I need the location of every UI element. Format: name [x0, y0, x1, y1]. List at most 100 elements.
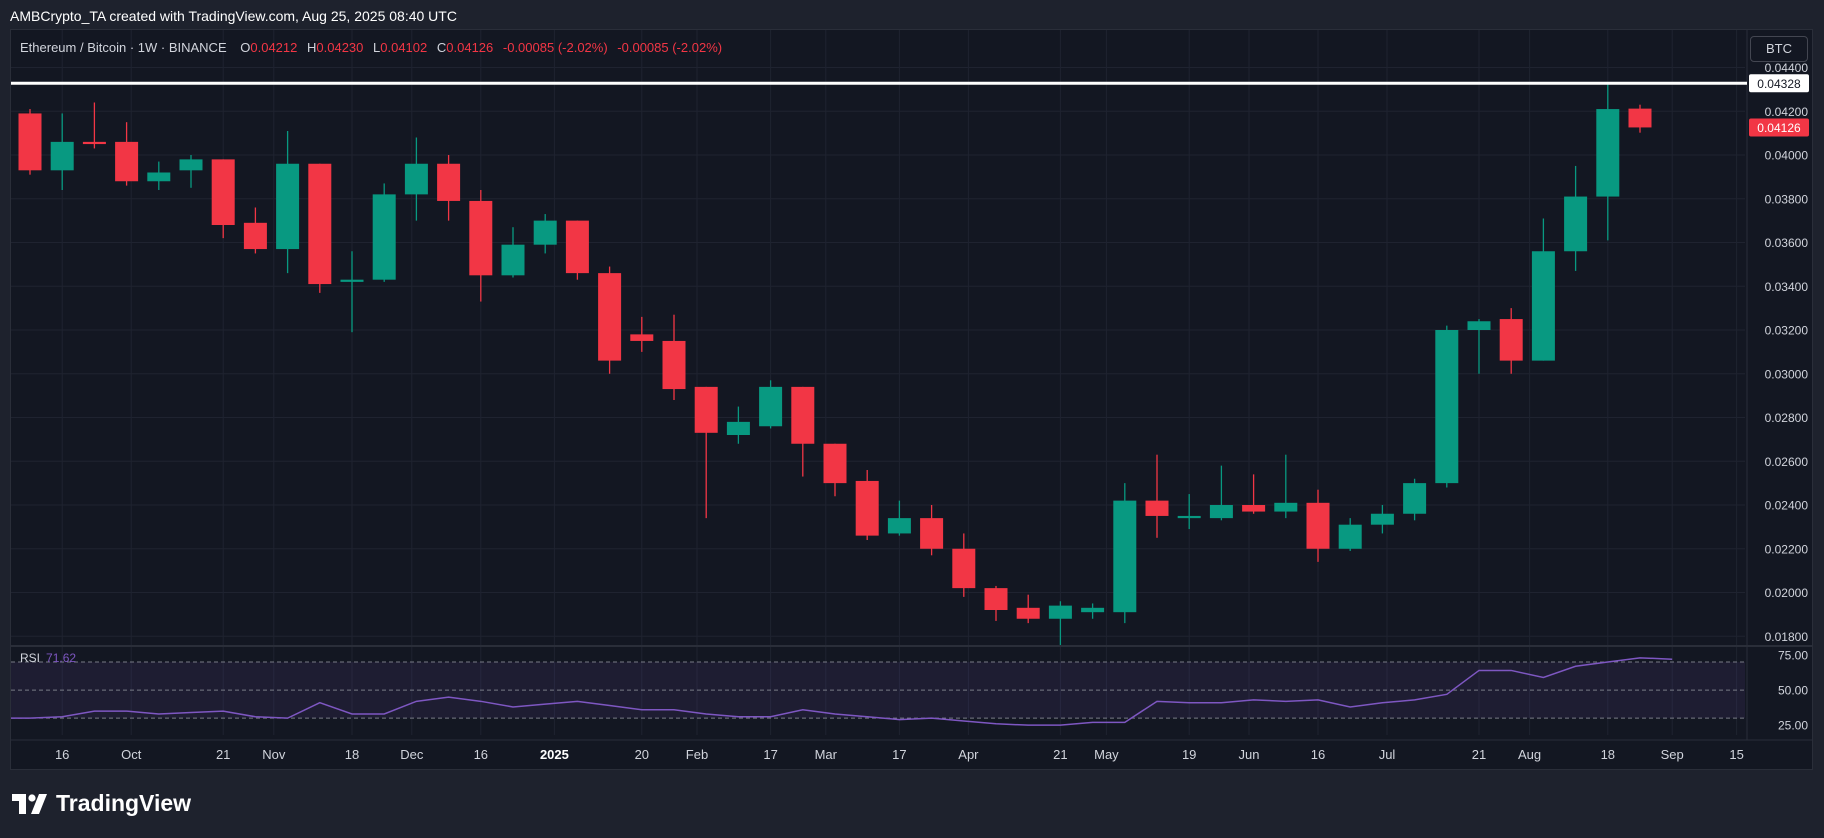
candle: [887, 500, 911, 536]
last-price-label: 0.04126: [1757, 121, 1801, 135]
candle-body: [920, 518, 944, 549]
price-axis-label: 0.02200: [1765, 542, 1809, 556]
candle: [565, 220, 589, 280]
candle-body: [340, 279, 364, 282]
ohlc-legend: Ethereum / Bitcoin · 1W · BINANCE O0.042…: [20, 40, 728, 55]
time-axis-label: 21: [1472, 747, 1486, 762]
rsi-name: RSI: [20, 651, 41, 665]
candle: [1113, 483, 1137, 624]
candle-body: [1564, 196, 1588, 252]
candle-body: [1306, 502, 1330, 549]
candle-body: [823, 443, 847, 484]
candle: [1048, 601, 1072, 645]
candle-body: [1467, 321, 1491, 330]
candle-body: [1209, 505, 1233, 519]
rsi-pane: [11, 657, 1745, 726]
candle: [1081, 603, 1105, 619]
price-axis-label: 0.03000: [1765, 367, 1809, 381]
candle-body: [115, 141, 139, 182]
candle: [372, 183, 396, 282]
currency-button[interactable]: BTC: [1750, 36, 1808, 62]
candle-body: [598, 273, 622, 361]
candle-body: [759, 386, 783, 427]
candle: [1564, 165, 1588, 271]
candle-body: [726, 421, 750, 435]
candle: [791, 386, 815, 477]
candle-body: [1016, 607, 1040, 619]
candle: [82, 102, 106, 149]
candle-body: [855, 480, 879, 536]
rsi-legend[interactable]: RSI 71.62: [20, 651, 76, 665]
candle-body: [1435, 330, 1459, 484]
candle-body: [276, 163, 300, 250]
candle-body: [50, 141, 74, 171]
candle-body: [565, 220, 589, 274]
high-key: H: [307, 40, 317, 55]
rsi-axis-label: 75.00: [1778, 649, 1808, 663]
candle-body: [984, 588, 1008, 610]
price-axis-label: 0.02600: [1765, 455, 1809, 469]
candle: [1467, 319, 1491, 374]
symbol-title[interactable]: Ethereum / Bitcoin · 1W · BINANCE: [20, 40, 227, 55]
candle-body: [308, 163, 332, 285]
candle-body: [533, 220, 557, 245]
candle: [1628, 104, 1652, 133]
price-axis-label: 0.02400: [1765, 499, 1809, 513]
candles-layer: [18, 83, 1652, 645]
candle: [404, 137, 428, 221]
candle-body: [1338, 524, 1362, 549]
close-key: C: [436, 40, 447, 55]
candle: [50, 113, 74, 190]
time-axis-label: Aug: [1518, 747, 1541, 762]
time-axis-label: 17: [892, 747, 906, 762]
candle: [1370, 505, 1394, 534]
candle-body: [887, 518, 911, 534]
grid-layer: [11, 30, 1812, 741]
candle-body: [1081, 607, 1105, 613]
time-axis-label: Mar: [815, 747, 838, 762]
candle: [1338, 518, 1362, 551]
tradingview-logo: TradingView: [12, 790, 191, 817]
time-axis-label: Feb: [686, 747, 708, 762]
candle-body: [1177, 515, 1201, 519]
candle-body: [243, 222, 267, 250]
candle: [147, 161, 171, 190]
resistance-price-label: 0.04328: [1757, 77, 1801, 91]
time-axis-label: 18: [345, 747, 359, 762]
candle-body: [694, 386, 718, 433]
candle: [179, 155, 203, 188]
close-value: 0.04126: [446, 40, 494, 55]
candle-body: [1274, 502, 1298, 512]
candle-body: [501, 244, 525, 276]
candle-body: [469, 200, 493, 276]
price-axis-label: 0.03800: [1765, 192, 1809, 206]
candle: [662, 314, 686, 400]
candle-body: [179, 159, 203, 171]
price-chart[interactable]: 0.04328 0.04126 0.04400 0.04200 0.04000 0.03…: [0, 0, 1824, 838]
change-value: -0.00085 (-2.02%): [502, 40, 608, 55]
price-axis-label: 0.03200: [1765, 324, 1809, 338]
candle: [1435, 325, 1459, 488]
time-axis-label: May: [1094, 747, 1119, 762]
candle: [823, 443, 847, 497]
candle-body: [1113, 500, 1137, 613]
time-axis-label: 17: [763, 747, 777, 762]
time-axis-label: 15: [1729, 747, 1743, 762]
candle: [759, 380, 783, 429]
candle-body: [147, 172, 171, 182]
rsi-value: 71.62: [46, 651, 77, 665]
price-axis-label: 0.03600: [1765, 236, 1809, 250]
time-axis-label: 2025: [540, 747, 569, 762]
candle-body: [1145, 500, 1169, 516]
candle-body: [437, 163, 461, 201]
candle: [1145, 454, 1169, 538]
open-key: O: [240, 40, 251, 55]
price-axis-label: 0.02800: [1765, 411, 1809, 425]
time-axis-label: Dec: [400, 747, 424, 762]
candle-body: [1628, 108, 1652, 128]
candle: [18, 109, 42, 175]
time-axis-label: 19: [1182, 747, 1196, 762]
candle: [501, 227, 525, 278]
time-axis-label: 16: [1311, 747, 1325, 762]
candle-body: [211, 159, 235, 225]
